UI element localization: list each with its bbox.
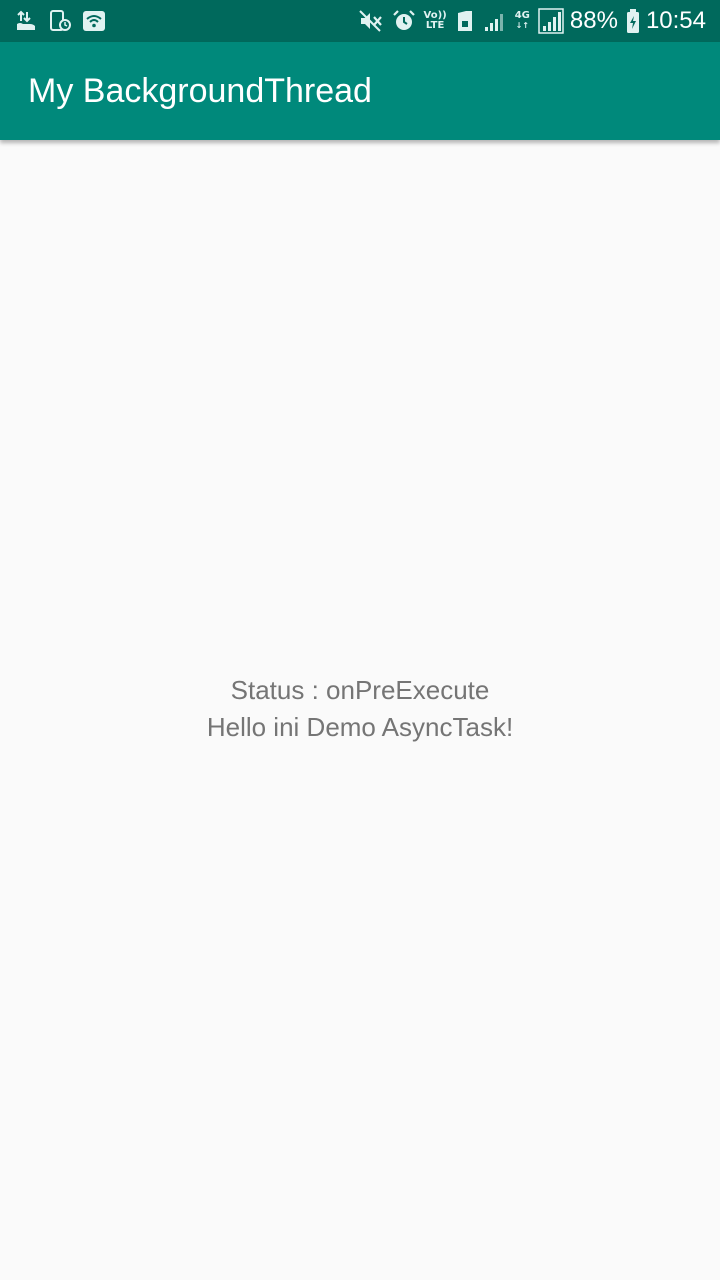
app-title: My BackgroundThread (28, 72, 372, 110)
status-label: Status : onPreExecute (230, 675, 490, 705)
signal-icon (483, 9, 507, 33)
battery-icon (626, 8, 640, 34)
network-type-label: 4G (514, 10, 530, 21)
status-text-block: Status : onPreExecute Hello ini Demo Asy… (0, 672, 720, 746)
mute-icon (358, 9, 384, 33)
battery-percent: 88% (569, 7, 618, 34)
screen-timer-icon (48, 9, 72, 33)
alarm-icon (392, 9, 416, 33)
volte-icon: Vo)) LTE (424, 11, 447, 31)
volte-bottom-label: LTE (425, 20, 445, 31)
hello-label: Hello ini Demo AsyncTask! (206, 712, 514, 742)
signal-icon-2 (538, 8, 564, 34)
status-bar-right: Vo)) LTE 4G ↓↑ 88% 10:54 (350, 0, 706, 42)
sim-icon (455, 9, 475, 33)
clock: 10:54 (645, 7, 706, 34)
wifi-icon (82, 9, 106, 33)
main-content: Status : onPreExecute Hello ini Demo Asy… (0, 140, 720, 1280)
status-bar: Vo)) LTE 4G ↓↑ 88% 10:54 (0, 0, 720, 42)
app-bar: My BackgroundThread (0, 42, 720, 140)
status-bar-left (14, 0, 116, 42)
data-transfer-icon (14, 9, 38, 33)
4g-icon: 4G ↓↑ (514, 10, 530, 31)
